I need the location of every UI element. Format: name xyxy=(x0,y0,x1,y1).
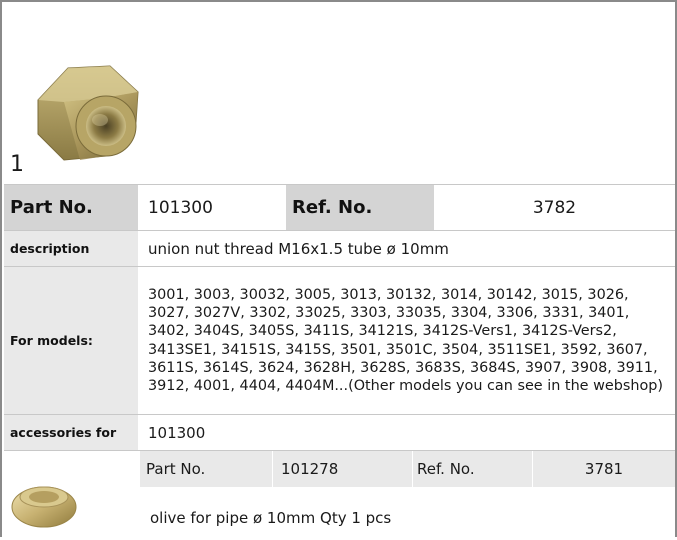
description-label: description xyxy=(4,231,138,266)
models-list: 3001, 3003, 30032, 3005, 3013, 30132, 30… xyxy=(148,286,664,395)
ref-no-value: 3782 xyxy=(532,197,577,218)
description-value: union nut thread M16x1.5 tube ø 10mm xyxy=(148,239,449,258)
accessory-item[interactable]: Part No. 101278 Ref. No. 3781 olive for … xyxy=(4,450,675,540)
product-image-area: 1 xyxy=(4,4,675,184)
accessories-row: accessories for 101300 xyxy=(4,414,675,450)
description-row: description union nut thread M16x1.5 tub… xyxy=(4,230,675,266)
olive-ring-image xyxy=(11,486,77,528)
part-number-row: Part No. 101300 Ref. No. 3782 xyxy=(4,184,675,230)
product-card: 1 Part No. 101300 Ref. No. 3782 descript… xyxy=(0,0,677,537)
accessory-ref-no-label: Ref. No. xyxy=(412,451,532,487)
part-no-value: 101300 xyxy=(148,197,213,218)
union-nut-image xyxy=(37,65,139,161)
models-label: For models: xyxy=(4,267,138,414)
figure-number: 1 xyxy=(10,152,24,177)
part-no-label: Part No. xyxy=(4,185,138,230)
accessory-ref-no-value: 3781 xyxy=(532,451,675,487)
accessory-part-no-value[interactable]: 101278 xyxy=(272,451,412,487)
models-row: For models: 3001, 3003, 30032, 3005, 301… xyxy=(4,266,675,414)
accessories-label: accessories for xyxy=(4,415,138,450)
accessory-description: olive for pipe ø 10mm Qty 1 pcs xyxy=(150,509,392,527)
accessory-part-no-label: Part No. xyxy=(146,460,206,478)
ref-no-label: Ref. No. xyxy=(286,185,434,230)
accessory-header: Part No. 101278 Ref. No. 3781 xyxy=(140,451,675,487)
accessories-value: 101300 xyxy=(148,423,206,442)
